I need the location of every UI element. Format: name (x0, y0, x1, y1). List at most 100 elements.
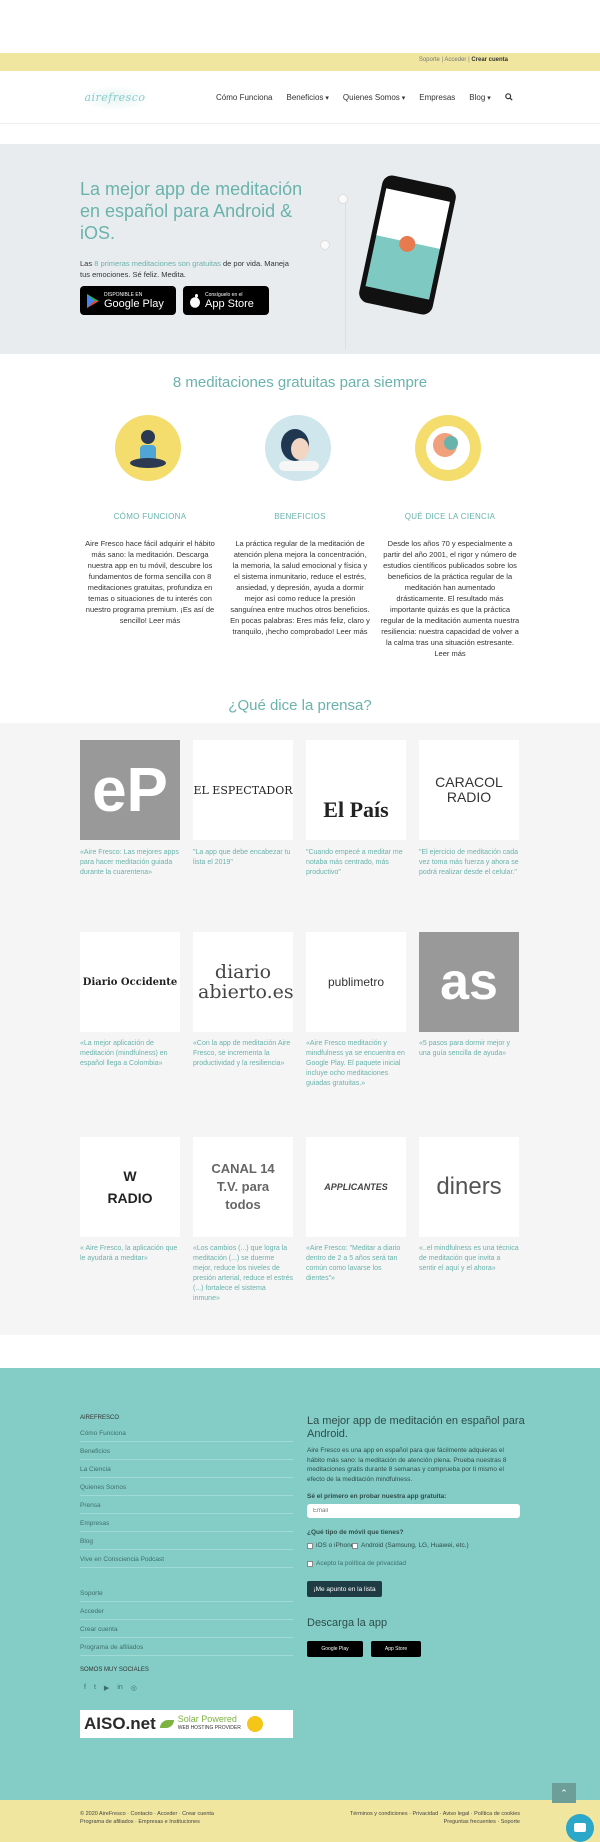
phone-image (357, 173, 458, 317)
press-quote[interactable]: «La mejor aplicación de meditación (mind… (80, 1039, 180, 1069)
press-quote[interactable]: "La app que debe encabezar tu lista el 2… (193, 848, 293, 868)
option-ios-label: iOS o iPhone (316, 1542, 355, 1549)
android-checkbox[interactable] (352, 1542, 358, 1549)
footer-google-play-button[interactable]: Google Play (307, 1641, 363, 1657)
nav-como-funciona[interactable]: Cómo Funciona (216, 93, 272, 103)
scroll-to-top-button[interactable]: ⌃ (552, 1783, 576, 1803)
acceder-link[interactable]: Acceder (444, 57, 466, 63)
footer-link-soporte[interactable]: Soporte (80, 1590, 293, 1602)
privacy-option[interactable]: Acepto la política de privacidad (307, 1560, 406, 1567)
earbud-right (320, 240, 330, 250)
bottom-left-line1[interactable]: © 2020 AireFresco · Contacto · Acceder ·… (80, 1810, 214, 1818)
google-play-icon (87, 293, 99, 308)
top-blank-strip (0, 0, 600, 53)
privacy-checkbox[interactable] (307, 1560, 313, 1567)
press-logo-canal14[interactable]: CANAL 14 T.V. para todos (193, 1137, 293, 1237)
site-logo[interactable]: airefresco (80, 85, 150, 111)
press-quote[interactable]: «5 pasos para dormir mejor y una guía se… (419, 1039, 519, 1059)
bottom-bar: © 2020 AireFresco · Contacto · Acceder ·… (0, 1800, 600, 1842)
hero-free-link[interactable]: 8 primeras meditaciones son gratuitas (94, 259, 221, 268)
linkedin-icon[interactable]: in (117, 1684, 122, 1692)
aiso-name: AISO.net (84, 1714, 156, 1733)
press-quote[interactable]: «Con la app de meditación Aire Fresco, s… (193, 1039, 293, 1069)
feature-heading-como-funciona[interactable]: CÓMO FUNCIONA (80, 512, 220, 521)
crear-cuenta-link[interactable]: Crear cuenta (471, 57, 508, 63)
press-quote[interactable]: «Los cambios (...) que logra la meditaci… (193, 1244, 293, 1304)
nav-blog[interactable]: Blog (469, 93, 490, 103)
press-logo-applicantes[interactable]: APPLICANTES (306, 1137, 406, 1237)
press-logo-diario-abierto[interactable]: diario abierto.es (193, 932, 293, 1032)
press-logo-diario-occidente[interactable]: Diario Occidente (80, 932, 180, 1032)
press-logo-w-radio[interactable]: W RADIO (80, 1137, 180, 1237)
press-logo-as[interactable]: as (419, 932, 519, 1032)
feature-text-beneficios: La práctica regular de la meditación de … (230, 539, 370, 636)
site-header: airefresco Cómo Funciona Beneficios Quie… (0, 71, 600, 124)
press-quote[interactable]: « Aire Fresco, la aplicación que le ayud… (80, 1244, 180, 1264)
footer-link-empresas[interactable]: Empresas (80, 1520, 293, 1532)
press-logo-diners[interactable]: diners (419, 1137, 519, 1237)
feature-heading-ciencia[interactable]: QUÉ DICE LA CIENCIA (380, 512, 520, 521)
footer-link-acceder[interactable]: Acceder (80, 1608, 293, 1620)
youtube-icon[interactable]: ▶ (104, 1684, 109, 1692)
footer-link-beneficios[interactable]: Beneficios (80, 1448, 293, 1460)
privacy-label: Acepto la política de privacidad (316, 1560, 406, 1567)
press-logo-publimetro[interactable]: publimetro (306, 932, 406, 1032)
nav-beneficios[interactable]: Beneficios (286, 93, 328, 103)
press-logo-espectador[interactable]: EL ESPECTADOR (193, 740, 293, 840)
press-logo-text: diners (436, 1173, 502, 1200)
press-logo-caracol[interactable]: CARACOL RADIO (419, 740, 519, 840)
press-quote[interactable]: «Aire Fresco: "Meditar a diario dentro d… (306, 1244, 406, 1284)
press-logo-text: EL ESPECTADOR (193, 783, 293, 797)
aiso-solar: Solar Powered (177, 1714, 237, 1724)
aiso-badge[interactable]: AISO.net Solar Powered WEB HOSTING PROVI… (80, 1710, 293, 1738)
google-play-button[interactable]: DISPONIBLE EN Google Play (80, 286, 176, 315)
signup-submit-button[interactable]: ¡Me apunto en la lista (307, 1581, 382, 1597)
bottom-right-line1[interactable]: Términos y condiciones · Privacidad · Av… (350, 1810, 520, 1818)
hero-title: La mejor app de meditación en español pa… (80, 179, 303, 243)
press-quote[interactable]: «..el mindfulness es una técnica de medi… (419, 1244, 519, 1274)
soporte-link[interactable]: Soporte (419, 57, 440, 63)
press-logo-text: as (440, 953, 498, 1011)
footer-link-como-funciona[interactable]: Cómo Funciona (80, 1430, 293, 1442)
logo-text: airefresco (84, 91, 146, 104)
main-nav: Cómo Funciona Beneficios Quienes Somos E… (216, 93, 513, 103)
earphone-cable-left (345, 199, 346, 349)
footer-link-podcast[interactable]: Vive en Consciencia Podcast (80, 1556, 293, 1568)
press-quote[interactable]: «Aire Fresco: Las mejores apps para hace… (80, 848, 180, 878)
press-logo-elperiodico[interactable]: eP (80, 740, 180, 840)
chevron-up-icon: ⌃ (560, 1787, 568, 1798)
option-ios[interactable]: iOS o iPhone (307, 1542, 354, 1549)
press-quote[interactable]: "El ejercicio de meditación cada vez tom… (419, 848, 519, 878)
press-logo-text: diario abierto.es (198, 961, 293, 1003)
press-quote[interactable]: "Cuando empecé a meditar me notaba más c… (306, 848, 406, 878)
footer-link-prensa[interactable]: Prensa (80, 1502, 293, 1514)
press-title: ¿Qué dice la prensa? (228, 697, 372, 714)
press-logo-text: El País (323, 797, 389, 822)
search-icon[interactable] (504, 93, 513, 103)
option-android[interactable]: Android (Samsung, LG, Huawei, etc.) (352, 1542, 469, 1549)
email-input[interactable] (307, 1504, 520, 1518)
footer-link-blog[interactable]: Blog (80, 1538, 293, 1550)
twitter-icon[interactable]: t (94, 1684, 96, 1692)
option-android-label: Android (Samsung, LG, Huawei, etc.) (361, 1542, 469, 1549)
app-store-button[interactable]: Consíguelo en el App Store (183, 286, 269, 315)
feature-heading-beneficios[interactable]: BENEFICIOS (230, 512, 370, 521)
press-quote[interactable]: «Aire Fresco meditación y mindfulness ya… (306, 1039, 406, 1089)
bottom-right-line2[interactable]: Preguntas frecuentes · Soporte (350, 1818, 520, 1826)
signup-title: La mejor app de meditación en español pa… (307, 1415, 525, 1440)
chat-bubble-icon[interactable] (566, 1814, 594, 1842)
instagram-icon[interactable]: ◎ (131, 1684, 137, 1692)
signup-first-label: Sé el primero en probar nuestra app grat… (307, 1493, 447, 1500)
nav-empresas[interactable]: Empresas (419, 93, 455, 103)
footer-link-ciencia[interactable]: La Ciencia (80, 1466, 293, 1478)
press-logo-elpais[interactable]: El País (306, 740, 406, 840)
facebook-icon[interactable]: f (84, 1684, 86, 1692)
bottom-left-line2[interactable]: Programa de afiliados · Empresas e Insti… (80, 1818, 214, 1826)
sleeping-woman-illustration (265, 415, 331, 481)
ios-checkbox[interactable] (307, 1542, 313, 1549)
footer-link-crear-cuenta[interactable]: Crear cuenta (80, 1626, 293, 1638)
footer-link-quienes-somos[interactable]: Quienes Somos (80, 1484, 293, 1496)
footer-link-afiliados[interactable]: Programa de afiliados (80, 1644, 293, 1656)
nav-quienes-somos[interactable]: Quienes Somos (343, 93, 405, 103)
footer-app-store-button[interactable]: App Store (371, 1641, 421, 1657)
